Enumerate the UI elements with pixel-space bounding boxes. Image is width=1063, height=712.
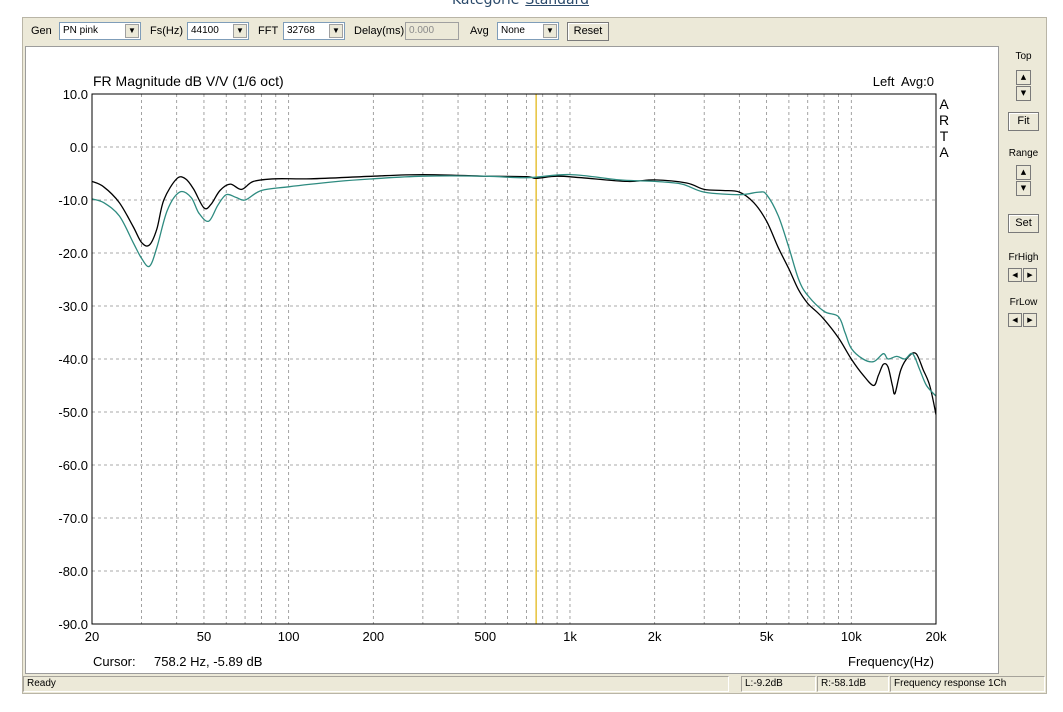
arta-brand-letter: A [939, 96, 949, 112]
y-tick-label: -40.0 [58, 352, 88, 367]
kategorie-label: Kategorie [452, 0, 520, 8]
frhigh-left-button[interactable]: ◀ [1008, 268, 1022, 282]
frlow-left-button[interactable]: ◀ [1008, 313, 1022, 327]
gen-label: Gen [31, 25, 52, 37]
top-down-button[interactable]: ▼ [1016, 86, 1031, 101]
chevron-down-icon[interactable]: ▼ [543, 24, 557, 38]
frhigh-right-button[interactable]: ▶ [1023, 268, 1037, 282]
gen-select[interactable]: PN pink ▼ [59, 22, 141, 40]
chart-title: FR Magnitude dB V/V (1/6 oct) [93, 73, 284, 89]
frlow-right-button[interactable]: ▶ [1023, 313, 1037, 327]
x-tick-label: 1k [563, 629, 577, 644]
avg-select[interactable]: None ▼ [497, 22, 559, 40]
x-tick-label: 50 [197, 629, 211, 644]
arrow-right-icon: ▶ [1027, 271, 1033, 279]
y-tick-label: -10.0 [58, 193, 88, 208]
fft-label: FFT [258, 25, 279, 37]
top-label: Top [1015, 51, 1032, 62]
side-controls: Top ▲ ▼ Fit Range ▲ ▼ Set FrHigh ◀ ▶ FrL… [1001, 46, 1046, 674]
arta-brand-letter: R [939, 112, 949, 128]
range-down-button[interactable]: ▼ [1016, 181, 1031, 196]
y-tick-label: -60.0 [58, 458, 88, 473]
status-bar: Ready L:-9.2dB R:-58.1dB Frequency respo… [23, 675, 1046, 693]
range-label: Range [1008, 148, 1039, 159]
y-tick-label: -80.0 [58, 564, 88, 579]
page-header-strip: Kategorie Standard [0, 0, 1063, 16]
chevron-down-icon[interactable]: ▼ [233, 24, 247, 38]
chevron-down-icon[interactable]: ▼ [329, 24, 343, 38]
y-tick-label: -30.0 [58, 299, 88, 314]
x-tick-label: 2k [648, 629, 662, 644]
arta-brand-letter: T [940, 128, 949, 144]
arrow-left-icon: ◀ [1012, 271, 1018, 279]
x-tick-label: 10k [841, 629, 862, 644]
fs-label: Fs(Hz) [150, 25, 183, 37]
y-tick-label: 0.0 [70, 140, 88, 155]
arrow-left-icon: ◀ [1012, 316, 1018, 324]
delay-field[interactable]: 0.000 [405, 22, 459, 40]
arta-brand-letter: A [939, 144, 949, 160]
fs-select[interactable]: 44100 ▼ [187, 22, 249, 40]
status-right-level: R:-58.1dB [817, 676, 889, 692]
status-mode: Frequency response 1Ch [890, 676, 1045, 692]
avg-label: Avg [470, 25, 489, 37]
range-up-button[interactable]: ▲ [1016, 165, 1031, 180]
y-tick-label: -20.0 [58, 246, 88, 261]
arrow-down-icon: ▼ [1020, 184, 1027, 192]
fft-select[interactable]: 32768 ▼ [283, 22, 345, 40]
y-tick-label: -70.0 [58, 511, 88, 526]
x-tick-label: 200 [362, 629, 384, 644]
y-tick-label: -50.0 [58, 405, 88, 420]
x-axis-label: Frequency(Hz) [848, 654, 934, 669]
frlow-label: FrLow [1009, 297, 1038, 308]
fit-button[interactable]: Fit [1008, 112, 1039, 131]
fr-chart: 10.0 0.0 -10.0 -20.0 -30.0 -40.0 -50.0 -60.0 -70… [58, 73, 949, 669]
y-tick-label: 10.0 [63, 87, 88, 102]
frhigh-label: FrHigh [1008, 252, 1039, 263]
delay-label: Delay(ms) [354, 25, 405, 37]
kategorie-heading: Kategorie Standard [452, 0, 589, 8]
top-up-button[interactable]: ▲ [1016, 70, 1031, 85]
x-tick-label: 500 [474, 629, 496, 644]
plot-panel: 10.0 0.0 -10.0 -20.0 -30.0 -40.0 -50.0 -60.0 -70… [25, 46, 999, 674]
arrow-up-icon: ▲ [1020, 168, 1027, 176]
chevron-down-icon[interactable]: ▼ [125, 24, 139, 38]
kategorie-link[interactable]: Standard [525, 0, 589, 8]
x-tick-label: 100 [278, 629, 300, 644]
x-tick-label: 20k [926, 629, 947, 644]
x-tick-label: 5k [760, 629, 774, 644]
gen-select-value: PN pink [63, 25, 99, 36]
arrow-right-icon: ▶ [1027, 316, 1033, 324]
series-line-black [92, 173, 936, 415]
y-tick-label: -90.0 [58, 617, 88, 632]
status-left-level: L:-9.2dB [741, 676, 816, 692]
fs-select-value: 44100 [191, 25, 219, 36]
delay-field-value: 0.000 [409, 25, 435, 36]
reset-button[interactable]: Reset [567, 22, 609, 41]
arta-window: Gen PN pink ▼ Fs(Hz) 44100 ▼ FFT 32768 ▼… [22, 17, 1047, 694]
series-line-teal [92, 173, 936, 397]
arrow-down-icon: ▼ [1020, 89, 1027, 97]
channel-info: Left Avg:0 [873, 74, 934, 89]
arrow-up-icon: ▲ [1020, 73, 1027, 81]
toolbar: Gen PN pink ▼ Fs(Hz) 44100 ▼ FFT 32768 ▼… [23, 18, 1046, 44]
status-ready: Ready [23, 676, 729, 692]
fft-select-value: 32768 [287, 25, 315, 36]
cursor-label: Cursor: [93, 654, 136, 669]
x-tick-label: 20 [85, 629, 99, 644]
cursor-readout: 758.2 Hz, -5.89 dB [154, 654, 262, 669]
avg-select-value: None [501, 25, 525, 36]
set-button[interactable]: Set [1008, 214, 1039, 233]
